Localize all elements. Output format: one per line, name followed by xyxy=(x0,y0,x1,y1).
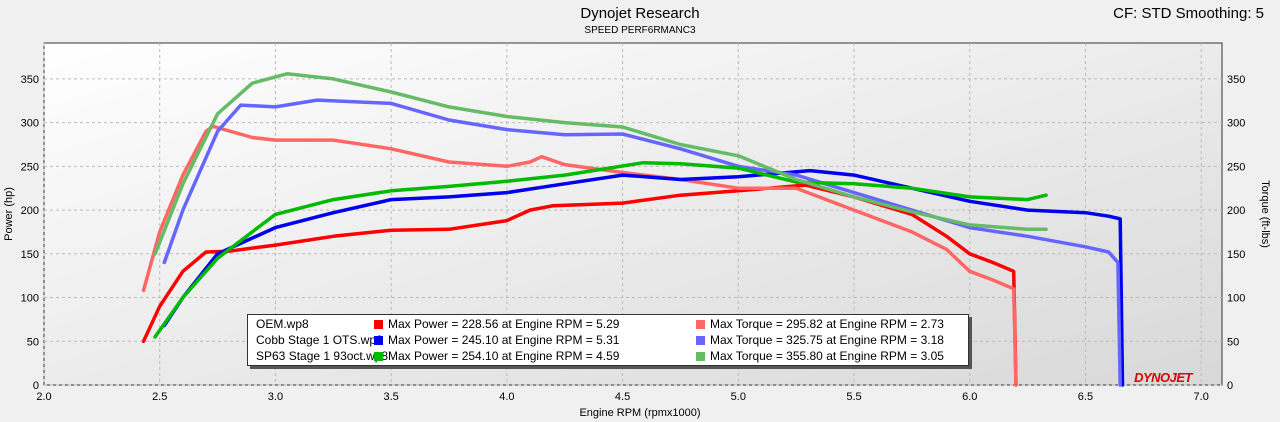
legend-run-name: OEM.wp8 xyxy=(256,317,309,331)
x-tick-label: 4.5 xyxy=(615,391,630,403)
x-tick-label: 5.0 xyxy=(731,391,746,403)
y-axis-label: Power (hp) xyxy=(3,187,15,241)
y2-axis-label: Torque (ft-lbs) xyxy=(1259,180,1271,248)
y2-tick-label: 50 xyxy=(1227,336,1239,348)
x-tick-label: 2.5 xyxy=(152,391,167,403)
y2-tick-label: 150 xyxy=(1227,249,1245,261)
torque-swatch xyxy=(696,320,705,329)
power-swatch xyxy=(374,352,383,361)
x-tick-label: 5.5 xyxy=(846,391,861,403)
power-swatch xyxy=(374,336,383,345)
x-tick-label: 7.0 xyxy=(1194,391,1209,403)
y2-tick-label: 200 xyxy=(1227,205,1245,217)
y-tick-label: 250 xyxy=(21,161,39,173)
y2-tick-label: 350 xyxy=(1227,74,1245,86)
y2-tick-label: 250 xyxy=(1227,161,1245,173)
power-swatch xyxy=(374,320,383,329)
y-tick-label: 50 xyxy=(27,336,39,348)
legend-max-power: Max Power = 228.56 at Engine RPM = 5.29 xyxy=(388,317,620,331)
x-tick-label: 6.0 xyxy=(962,391,977,403)
dynojet-logo: DYNOJET xyxy=(1134,370,1192,385)
y2-tick-label: 300 xyxy=(1227,118,1245,130)
torque-swatch xyxy=(696,352,705,361)
legend-run-name: SP63 Stage 1 93oct.wp8 xyxy=(256,349,389,363)
legend-max-torque: Max Torque = 325.75 at Engine RPM = 3.18 xyxy=(710,333,944,347)
legend-max-power: Max Power = 245.10 at Engine RPM = 5.31 xyxy=(388,333,620,347)
x-axis-label: Engine RPM (rpmx1000) xyxy=(579,407,700,419)
torque-swatch xyxy=(696,336,705,345)
y2-tick-label: 0 xyxy=(1227,380,1233,392)
y-tick-label: 100 xyxy=(21,293,39,305)
y-tick-label: 300 xyxy=(21,118,39,130)
x-tick-label: 4.0 xyxy=(499,391,514,403)
y-tick-label: 200 xyxy=(21,205,39,217)
legend-max-power: Max Power = 254.10 at Engine RPM = 4.59 xyxy=(388,349,620,363)
legend-run-name: Cobb Stage 1 OTS.wp8 xyxy=(256,333,383,347)
legend: OEM.wp8 Max Power = 228.56 at Engine RPM… xyxy=(247,314,969,366)
x-tick-label: 6.5 xyxy=(1078,391,1093,403)
x-tick-label: 2.0 xyxy=(36,391,51,403)
y-tick-label: 0 xyxy=(33,380,39,392)
y-tick-label: 350 xyxy=(21,74,39,86)
y-tick-label: 150 xyxy=(21,249,39,261)
x-tick-label: 3.5 xyxy=(384,391,399,403)
y2-tick-label: 100 xyxy=(1227,293,1245,305)
x-tick-label: 3.0 xyxy=(268,391,283,403)
legend-max-torque: Max Torque = 355.80 at Engine RPM = 3.05 xyxy=(710,349,944,363)
legend-max-torque: Max Torque = 295.82 at Engine RPM = 2.73 xyxy=(710,317,944,331)
